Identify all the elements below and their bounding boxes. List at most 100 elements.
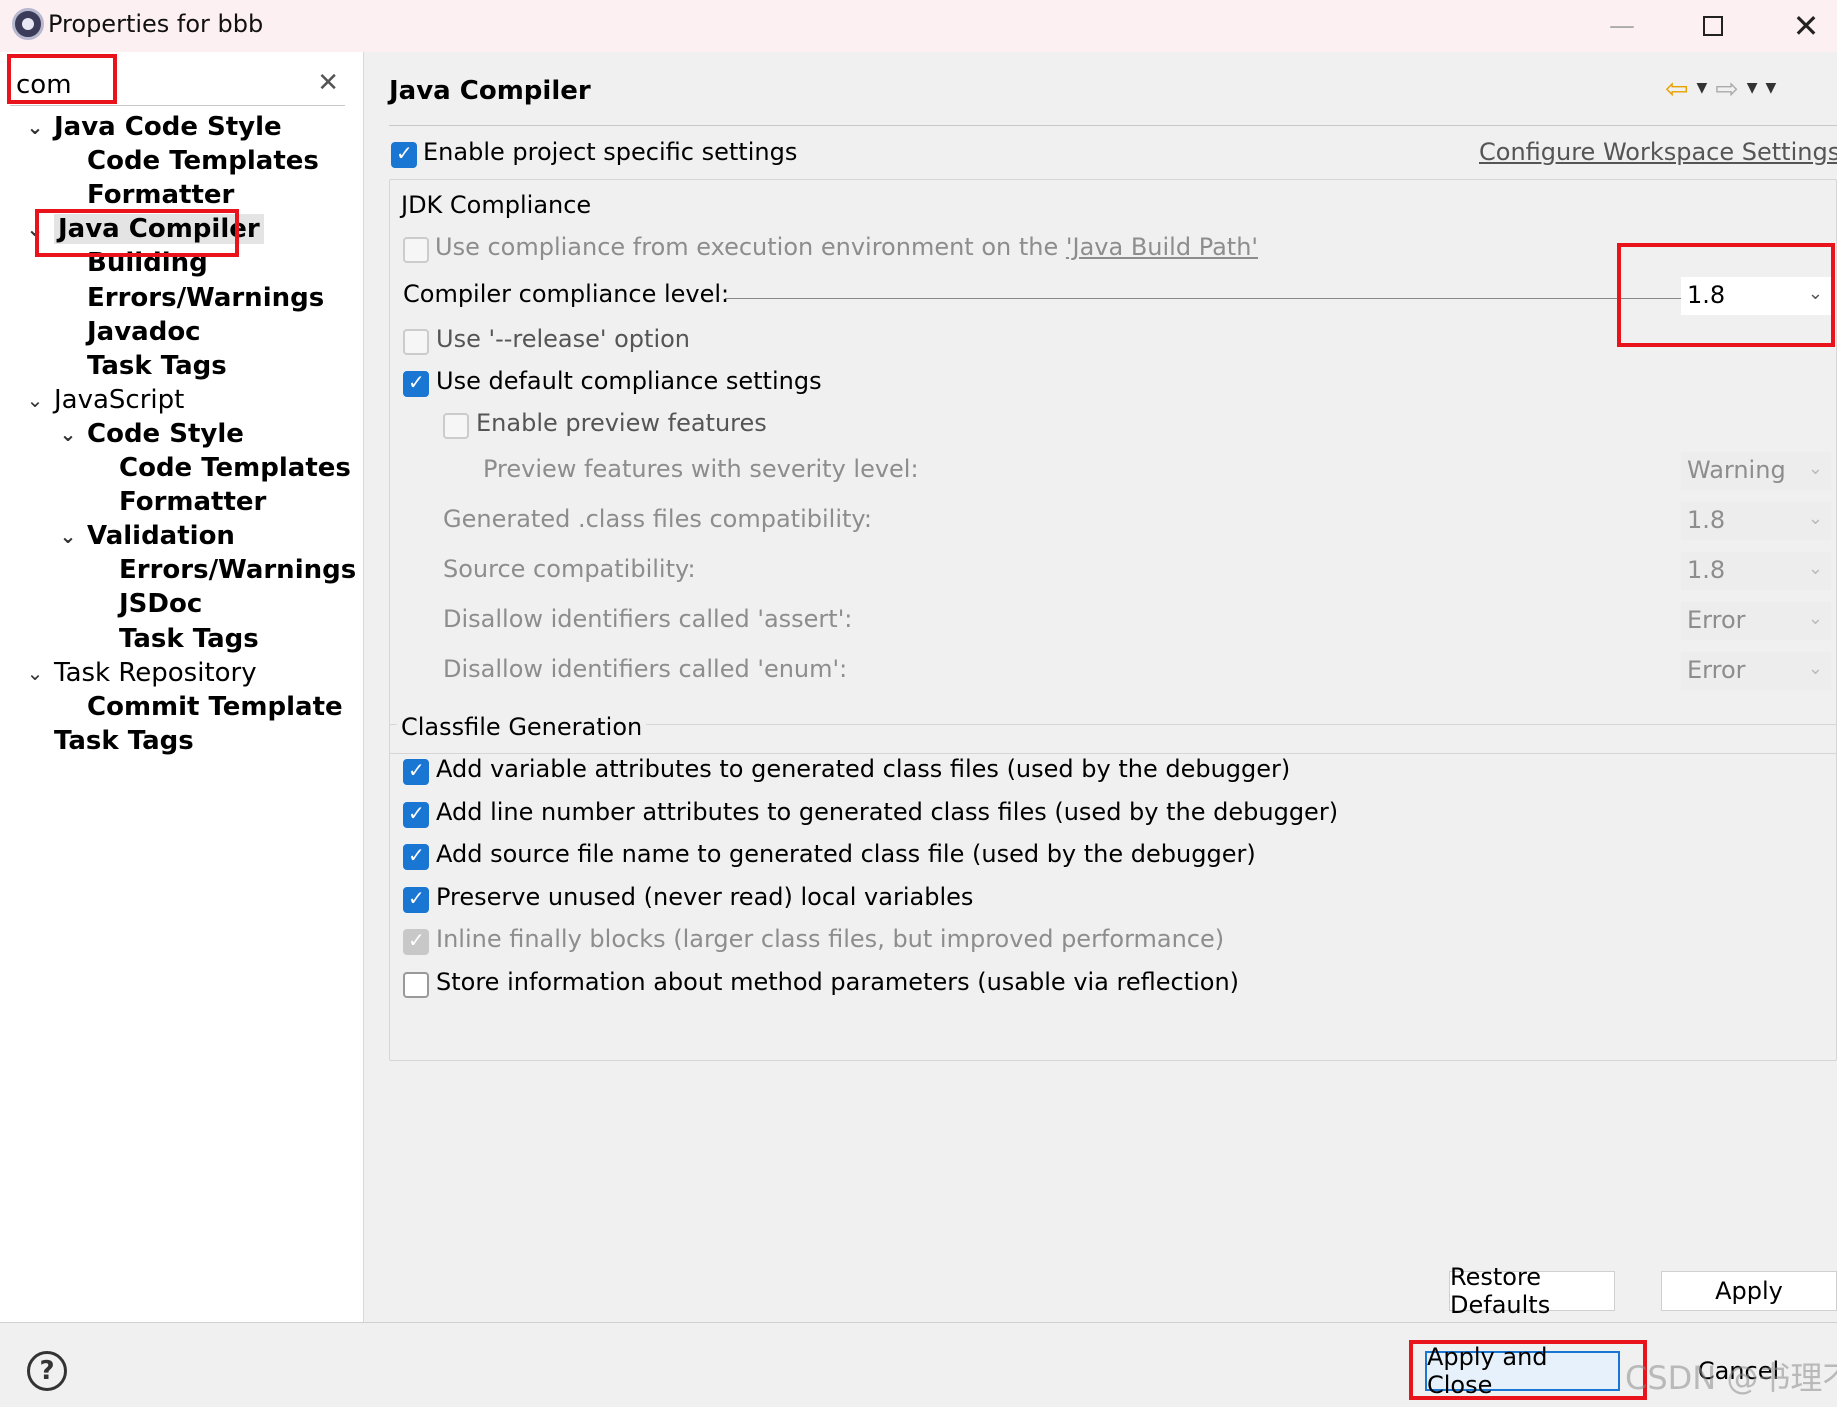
- assert-identifier-select[interactable]: Error ⌄: [1681, 602, 1831, 640]
- tree-item[interactable]: ⌄ Java Code Style: [22, 110, 282, 144]
- tree-item[interactable]: Task Tags: [22, 724, 194, 758]
- compliance-connector: [725, 293, 1728, 303]
- chevron-down-icon: ⌄: [1807, 508, 1823, 529]
- tree-item-label: Errors/Warnings: [119, 555, 357, 586]
- tree-item[interactable]: Errors/Warnings: [87, 553, 356, 587]
- java-compiler-highlight-box: [35, 209, 239, 257]
- back-dropdown-icon[interactable]: ▼: [1696, 80, 1707, 96]
- classfile-option-label: Inline finally blocks (larger class file…: [436, 925, 1225, 953]
- severity-level-select[interactable]: Warning ⌄: [1681, 452, 1831, 490]
- classfile-option-checkbox[interactable]: [403, 928, 429, 955]
- watermark-text: CSDN @书理不住我: [1625, 1359, 1837, 1397]
- maximize-button[interactable]: [1683, 6, 1743, 46]
- tree-item-label: Formatter: [87, 180, 235, 211]
- dialog-button-bar: ? Apply and Close Cancel CSDN @书理不住我: [0, 1322, 1837, 1407]
- tree-item[interactable]: JSDoc: [87, 587, 202, 621]
- classfile-option-label: Add variable attributes to generated cla…: [436, 755, 1291, 783]
- use-compliance-checkbox[interactable]: [403, 237, 429, 263]
- view-menu-icon[interactable]: ▼: [1766, 80, 1777, 96]
- default-compliance-checkbox[interactable]: [403, 370, 429, 397]
- tree-item-label: Errors/Warnings: [87, 282, 325, 313]
- help-icon[interactable]: ?: [27, 1351, 67, 1391]
- chevron-down-icon: ⌄: [1807, 608, 1823, 629]
- filter-highlight-box: [7, 54, 117, 104]
- title-separator: [389, 125, 1837, 126]
- generated-compat-select[interactable]: 1.8 ⌄: [1681, 502, 1831, 540]
- apply-button[interactable]: Apply: [1661, 1271, 1837, 1311]
- tree-item-label: JSDoc: [119, 589, 203, 620]
- enable-project-specific-checkbox[interactable]: [391, 141, 417, 168]
- tree-item[interactable]: Task Tags: [55, 349, 227, 383]
- page-title: Java Compiler: [389, 76, 591, 106]
- page-navigation: ⇦ ▼ ⇨ ▼ ▼: [1665, 68, 1837, 108]
- classfile-option-checkbox[interactable]: [403, 801, 429, 828]
- classfile-option-checkbox[interactable]: [403, 843, 429, 870]
- tree-item[interactable]: Code Templates: [55, 144, 319, 178]
- tree-item-label: Validation: [87, 521, 235, 552]
- release-option-checkbox[interactable]: [403, 329, 429, 355]
- classfile-option-label: Store information about method parameter…: [436, 967, 1240, 996]
- classfile-option-label: Add source file name to generated class …: [436, 840, 1256, 868]
- clear-filter-icon[interactable]: ✕: [317, 68, 339, 98]
- restore-defaults-button[interactable]: Restore Defaults: [1449, 1263, 1615, 1319]
- tree-item-label: Code Templates: [119, 453, 351, 483]
- java-build-path-link[interactable]: 'Java Build Path': [1066, 233, 1258, 261]
- tree-item-label: Code Style: [87, 418, 244, 449]
- tree-item[interactable]: Formatter: [55, 178, 234, 212]
- title-bar: Properties for bbb — ✕: [0, 0, 1837, 52]
- eclipse-app-icon: [12, 8, 44, 40]
- tree-item[interactable]: ⌄ JavaScript: [22, 383, 185, 417]
- source-compat-label: Source compatibility:: [443, 555, 696, 583]
- severity-level-label: Preview features with severity level:: [483, 455, 919, 483]
- tree-item[interactable]: Commit Template: [55, 690, 343, 724]
- apply-and-close-highlight-box: [1409, 1340, 1647, 1400]
- tree-item-label: Commit Template: [87, 691, 343, 722]
- classfile-option-checkbox[interactable]: [403, 971, 429, 998]
- tree-item-label: Task Tags: [119, 623, 259, 654]
- preference-tree-panel: com ✕ ⌄ Java Code Style Code Templates Form…: [0, 52, 364, 1322]
- classfile-generation-title: Classfile Generation: [397, 713, 647, 741]
- minimize-button[interactable]: —: [1592, 6, 1652, 46]
- chevron-down-icon: ⌄: [1807, 458, 1823, 479]
- tree-item-label: Task Tags: [54, 725, 194, 756]
- tree-item[interactable]: ⌄ Validation: [55, 519, 235, 553]
- forward-arrow-icon[interactable]: ⇨: [1715, 72, 1738, 105]
- tree-item-label: Task Repository: [54, 657, 257, 688]
- tree-item-label: JavaScript: [54, 384, 185, 415]
- tree-item-label: Code Templates: [87, 146, 319, 177]
- preview-features-checkbox[interactable]: [443, 413, 469, 439]
- tree-item[interactable]: Errors/Warnings: [55, 281, 324, 315]
- compliance-level-label: Compiler compliance level:: [403, 280, 730, 308]
- generated-compat-label: Generated .class files compatibility:: [443, 505, 872, 533]
- classfile-option-checkbox[interactable]: [403, 886, 429, 913]
- tree-item[interactable]: ⌄ Task Repository: [22, 656, 257, 690]
- property-page: Java Compiler ⇦ ▼ ⇨ ▼ ▼ Enable project s…: [365, 52, 1837, 1322]
- window-title: Properties for bbb: [48, 10, 264, 38]
- configure-workspace-link[interactable]: Configure Workspace Settings...: [1479, 138, 1837, 166]
- source-compat-select[interactable]: 1.8 ⌄: [1681, 552, 1831, 590]
- preview-features-label: Enable preview features: [476, 409, 767, 437]
- tree-item[interactable]: Code Templates: [87, 451, 351, 485]
- expand-chevron-icon[interactable]: ⌄: [22, 661, 48, 685]
- maximize-icon: [1703, 16, 1723, 36]
- tree-item[interactable]: ⌄ Code Style: [55, 417, 244, 451]
- assert-identifier-label: Disallow identifiers called 'assert':: [443, 605, 853, 633]
- tree-item-label: Javadoc: [87, 316, 201, 347]
- enum-identifier-select[interactable]: Error ⌄: [1681, 652, 1831, 690]
- expand-chevron-icon[interactable]: ⌄: [22, 115, 48, 139]
- tree-item[interactable]: Task Tags: [87, 622, 259, 656]
- expand-chevron-icon[interactable]: ⌄: [22, 388, 48, 412]
- enum-identifier-label: Disallow identifiers called 'enum':: [443, 655, 848, 683]
- classfile-option-label: Add line number attributes to generated …: [436, 797, 1339, 826]
- tree-item[interactable]: Javadoc: [55, 315, 201, 349]
- expand-chevron-icon[interactable]: ⌄: [55, 524, 81, 548]
- forward-dropdown-icon[interactable]: ▼: [1747, 80, 1758, 96]
- compliance-highlight-box: [1617, 243, 1835, 347]
- tree-item-label: Formatter: [119, 487, 267, 518]
- expand-chevron-icon[interactable]: ⌄: [55, 422, 81, 446]
- classfile-option-checkbox[interactable]: [403, 758, 429, 785]
- close-button[interactable]: ✕: [1776, 6, 1836, 46]
- back-arrow-icon[interactable]: ⇦: [1665, 72, 1688, 105]
- tree-item[interactable]: Formatter: [87, 485, 266, 519]
- tree-item-label: Task Tags: [87, 350, 227, 381]
